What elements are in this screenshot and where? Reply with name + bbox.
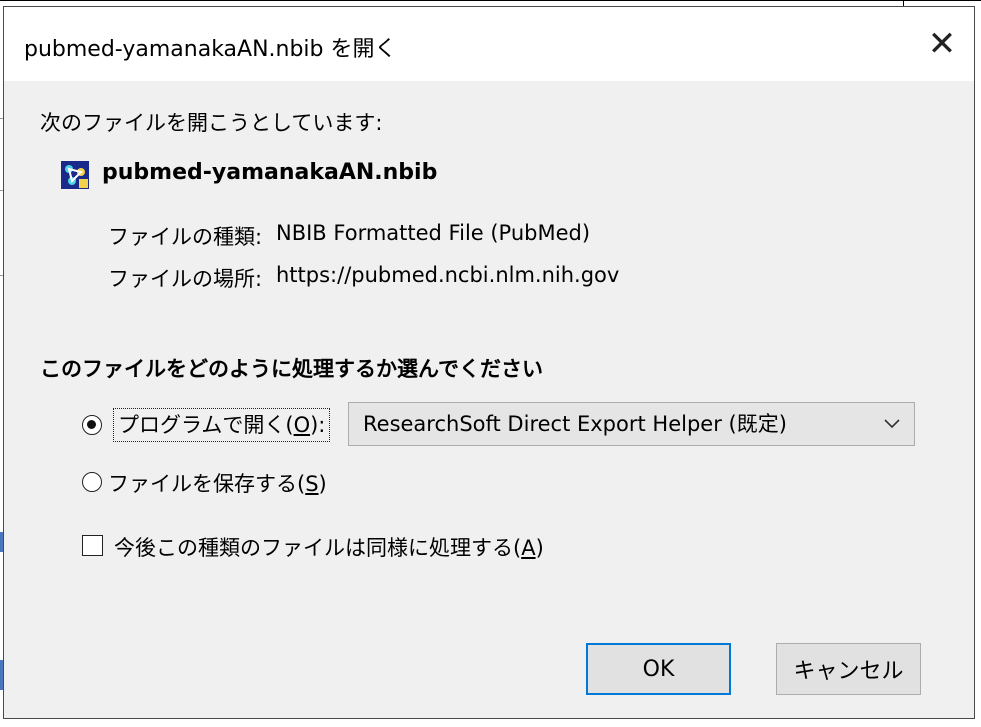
- program-select-value: ResearchSoft Direct Export Helper (既定): [363, 412, 787, 436]
- file-name: pubmed-yamanakaAN.nbib: [102, 160, 438, 185]
- ok-button[interactable]: OK: [586, 643, 731, 695]
- remember-choice-checkbox[interactable]: [82, 535, 103, 556]
- remember-choice-label[interactable]: 今後この種類のファイルは同様に処理する(A): [114, 532, 544, 562]
- open-with-label[interactable]: プログラムで開く(O):: [112, 408, 331, 442]
- remember-choice-text: 今後この種類のファイルは同様に処理する(: [114, 536, 522, 560]
- file-type-value: NBIB Formatted File (PubMed): [276, 221, 591, 245]
- open-with-radio[interactable]: [82, 415, 102, 435]
- close-icon: ✕: [927, 24, 957, 64]
- save-file-suffix: ): [318, 472, 327, 496]
- save-file-accelerator: S: [305, 472, 319, 496]
- dialog-title: pubmed-yamanakaAN.nbib を開く: [24, 37, 397, 62]
- cancel-button[interactable]: キャンセル: [776, 643, 921, 695]
- open-with-text: プログラムで開く(: [118, 413, 294, 437]
- open-file-dialog: pubmed-yamanakaAN.nbib を開く ✕ 次のファイルを開こうと…: [3, 6, 975, 719]
- intro-text: 次のファイルを開こうとしています:: [40, 111, 383, 135]
- file-type-label: ファイルの種類:: [108, 225, 263, 249]
- save-file-text: ファイルを保存する(: [108, 472, 306, 496]
- remember-choice-suffix: ): [535, 536, 544, 560]
- open-with-accelerator: O: [293, 413, 311, 437]
- close-button[interactable]: ✕: [910, 7, 974, 81]
- program-select[interactable]: ResearchSoft Direct Export Helper (既定): [348, 402, 915, 446]
- open-with-suffix: ):: [310, 413, 326, 437]
- file-location-value: https://pubmed.ncbi.nlm.nih.gov: [276, 263, 620, 287]
- remember-choice-accelerator: A: [521, 536, 536, 560]
- background-document-border: [0, 0, 981, 1]
- nbib-file-icon: [61, 161, 89, 189]
- file-location-label: ファイルの場所:: [108, 267, 263, 291]
- chevron-down-icon: [880, 403, 904, 445]
- save-file-radio[interactable]: [82, 472, 102, 492]
- save-file-label[interactable]: ファイルを保存する(S): [108, 468, 327, 498]
- action-question: このファイルをどのように処理するか選んでください: [40, 357, 543, 381]
- dialog-titlebar[interactable]: pubmed-yamanakaAN.nbib を開く ✕: [4, 7, 974, 81]
